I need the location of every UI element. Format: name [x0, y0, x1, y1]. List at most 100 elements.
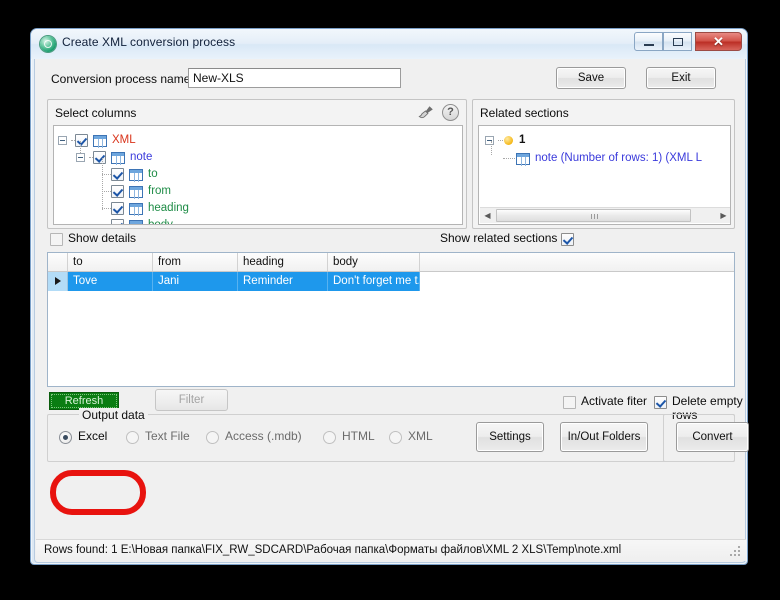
table-icon [516, 153, 530, 165]
resize-grip[interactable] [730, 546, 742, 558]
show-related-sections-checkbox[interactable] [561, 233, 574, 246]
tree-checkbox[interactable] [111, 185, 124, 198]
tree-checkbox[interactable] [111, 219, 124, 224]
in-out-folders-button[interactable]: In/Out Folders [560, 422, 648, 452]
tree-node-label: note [130, 151, 153, 163]
table-icon [129, 203, 143, 215]
help-icon[interactable]: ? [442, 104, 459, 121]
table-icon [93, 135, 107, 147]
scroll-left-arrow-icon[interactable]: ◀ [480, 208, 495, 223]
related-sections-panel: Related sections 1 note (Number of rows:… [472, 99, 735, 229]
tree-node-label: 1 [519, 134, 526, 146]
radio-xml[interactable] [389, 431, 402, 444]
save-button[interactable]: Save [556, 67, 626, 89]
grid-column-header[interactable]: to [68, 253, 153, 271]
app-circle-icon [40, 36, 56, 52]
related-sections-header: Related sections [480, 106, 569, 120]
grid-cell[interactable]: Tove [68, 272, 153, 291]
grid-cell[interactable]: Reminder [238, 272, 328, 291]
radio-html-label: HTML [342, 429, 375, 443]
grid-column-header[interactable]: from [153, 253, 238, 271]
related-sections-tree[interactable]: 1 note (Number of rows: 1) (XML L ◀ ▶ [478, 125, 731, 225]
collapse-icon[interactable] [76, 153, 85, 162]
brush-icon[interactable] [418, 105, 435, 121]
table-icon [111, 152, 125, 164]
tree-node-label: body [148, 219, 173, 225]
tree-guide [80, 141, 81, 153]
client-area: Conversion process name: Save Exit Selec… [34, 59, 749, 563]
tree-connector [503, 158, 515, 160]
table-icon [129, 186, 143, 198]
close-button[interactable]: ✕ [695, 32, 742, 51]
tree-guide [102, 158, 103, 210]
tree-connector [498, 140, 503, 142]
tree-node-label: heading [148, 202, 189, 214]
minimize-icon [644, 44, 654, 46]
grid-cell[interactable]: Don't forget me t... [328, 272, 420, 291]
tree-node-label: to [148, 168, 158, 180]
data-grid[interactable]: to from heading body Tove Jani Reminder … [47, 252, 735, 387]
radio-excel[interactable] [59, 431, 72, 444]
status-text: Rows found: 1 E:\Новая папка\FIX_RW_SDCA… [44, 544, 622, 556]
row-indicator-icon [48, 272, 68, 291]
minimize-button[interactable] [634, 32, 663, 51]
grid-column-header[interactable]: body [328, 253, 420, 271]
tree-guide [491, 141, 492, 155]
activate-filter-checkbox[interactable] [563, 396, 576, 409]
tree-connector [102, 208, 111, 210]
show-related-sections-label: Show related sections [440, 231, 558, 245]
window-title: Create XML conversion process [62, 35, 236, 49]
scrollbar-thumb[interactable] [496, 209, 691, 222]
activate-filter-label: Activate fiter [581, 394, 648, 408]
application-window: Create XML conversion process ✕ Conversi… [30, 28, 749, 565]
grid-corner-cell [48, 253, 68, 271]
tree-checkbox[interactable] [111, 168, 124, 181]
radio-text-file-label: Text File [145, 429, 190, 443]
show-details-label: Show details [68, 231, 137, 245]
tree-node-label: XML [112, 134, 136, 146]
title-bar[interactable]: Create XML conversion process ✕ [31, 29, 747, 59]
radio-access-mdb[interactable] [206, 431, 219, 444]
tree-connector [102, 174, 111, 176]
radio-excel-label: Excel [78, 429, 108, 443]
status-bar: Rows found: 1 E:\Новая папка\FIX_RW_SDCA… [36, 539, 746, 561]
grid-column-header[interactable]: heading [238, 253, 328, 271]
table-row[interactable]: Tove Jani Reminder Don't forget me t... [48, 272, 734, 291]
top-toolbar: Conversion process name: Save Exit [35, 59, 745, 103]
settings-button[interactable]: Settings [476, 422, 544, 452]
table-icon [129, 169, 143, 181]
grid-header-row: to from heading body [48, 253, 734, 272]
delete-empty-rows-checkbox[interactable] [654, 396, 667, 409]
grid-filler-header [420, 253, 734, 271]
grid-cell[interactable]: Jani [153, 272, 238, 291]
conversion-name-label: Conversion process name: [51, 72, 194, 86]
radio-html[interactable] [323, 431, 336, 444]
radio-text-file[interactable] [126, 431, 139, 444]
radio-xml-label: XML [408, 429, 433, 443]
output-data-title: Output data [79, 408, 148, 422]
select-columns-panel: Select columns ? XML note to from headin… [47, 99, 467, 229]
collapse-icon[interactable] [485, 136, 494, 145]
maximize-icon [673, 38, 683, 46]
convert-button[interactable]: Convert [676, 422, 749, 452]
filter-button[interactable]: Filter [155, 389, 228, 411]
horizontal-scrollbar[interactable]: ◀ ▶ [480, 207, 730, 223]
section-bullet-icon [504, 136, 513, 145]
collapse-icon[interactable] [58, 136, 67, 145]
tree-node-label: note (Number of rows: 1) (XML L [535, 152, 703, 164]
tree-checkbox[interactable] [93, 151, 106, 164]
maximize-button[interactable] [663, 32, 692, 51]
show-details-checkbox[interactable] [50, 233, 63, 246]
tree-connector [102, 191, 111, 193]
conversion-name-input[interactable] [188, 68, 401, 88]
scroll-right-arrow-icon[interactable]: ▶ [716, 208, 730, 223]
table-icon [129, 220, 143, 224]
tree-checkbox[interactable] [75, 134, 88, 147]
exit-button[interactable]: Exit [646, 67, 716, 89]
columns-tree[interactable]: XML note to from heading body [53, 125, 463, 225]
radio-access-mdb-label: Access (.mdb) [225, 429, 302, 443]
tree-checkbox[interactable] [111, 202, 124, 215]
select-columns-header: Select columns [55, 106, 137, 120]
tree-node-label: from [148, 185, 171, 197]
close-icon: ✕ [713, 34, 724, 49]
